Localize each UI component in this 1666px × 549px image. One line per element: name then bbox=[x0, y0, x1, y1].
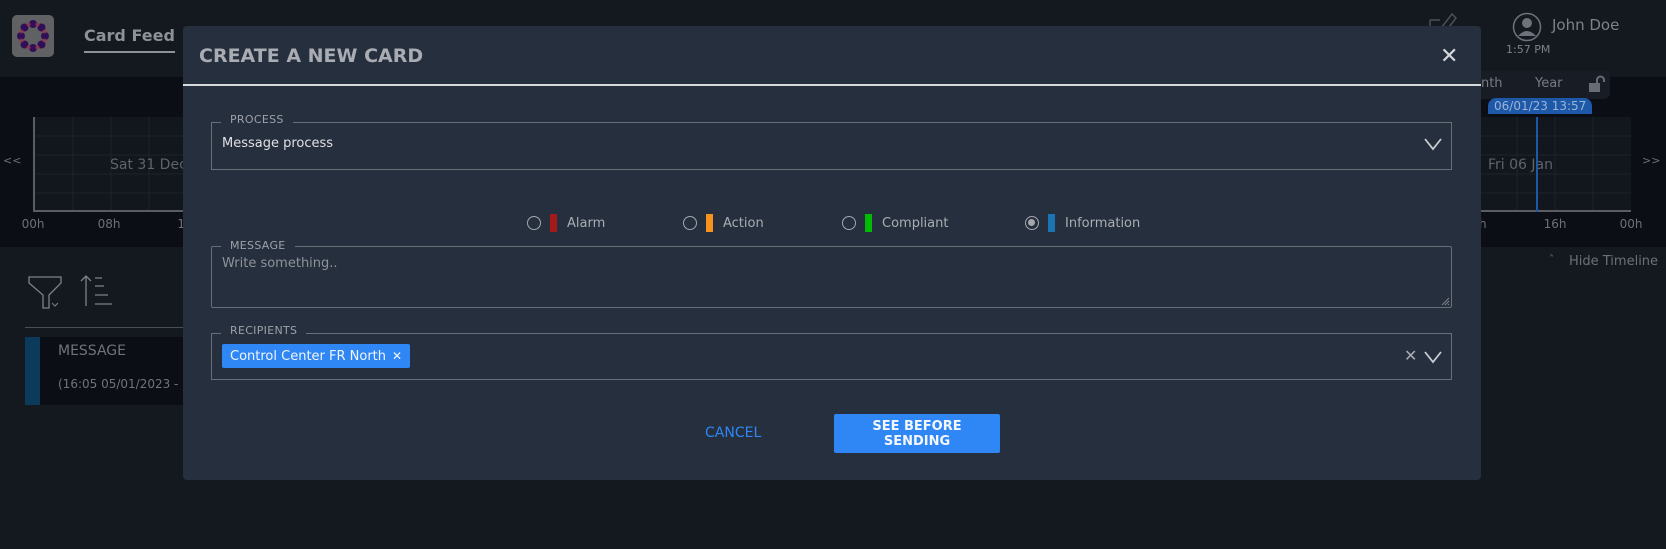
app-logo[interactable] bbox=[12, 15, 54, 57]
unlock-icon[interactable] bbox=[1587, 75, 1605, 93]
process-value[interactable]: Message process bbox=[222, 136, 333, 151]
clear-recipients-icon[interactable]: ✕ bbox=[1404, 346, 1417, 365]
user-name[interactable]: John Doe bbox=[1552, 16, 1619, 34]
severity-color-information bbox=[1048, 214, 1055, 232]
feed-divider bbox=[25, 327, 185, 328]
timeline-day-label: Fri 06 Jan bbox=[1488, 157, 1553, 173]
chevron-up-icon[interactable]: ˄ bbox=[1549, 254, 1554, 265]
severity-alarm[interactable]: Alarm bbox=[527, 213, 605, 233]
severity-color-action bbox=[706, 214, 713, 232]
severity-action[interactable]: Action bbox=[683, 213, 764, 233]
severity-compliant[interactable]: Compliant bbox=[842, 213, 948, 233]
process-select[interactable] bbox=[211, 122, 1452, 170]
severity-label: Alarm bbox=[567, 216, 605, 231]
see-before-sending-button[interactable]: SEE BEFORE SENDING bbox=[834, 414, 1000, 453]
severity-color-compliant bbox=[865, 214, 872, 232]
severity-information[interactable]: Information bbox=[1025, 213, 1140, 233]
modal-header-divider bbox=[183, 84, 1481, 86]
card-title: MESSAGE bbox=[58, 343, 126, 359]
recipients-label: RECIPIENTS bbox=[221, 324, 306, 337]
severity-label: Compliant bbox=[882, 216, 948, 231]
modal-title: CREATE A NEW CARD bbox=[199, 45, 423, 67]
hide-timeline-button[interactable]: Hide Timeline bbox=[1569, 254, 1658, 269]
clock: 1:57 PM bbox=[1506, 43, 1550, 56]
cancel-button[interactable]: CANCEL bbox=[705, 425, 761, 441]
filter-icon[interactable] bbox=[28, 275, 64, 311]
process-label: PROCESS bbox=[221, 113, 293, 126]
timeline-tick: 00h bbox=[1620, 217, 1643, 231]
resize-handle-icon[interactable] bbox=[1440, 296, 1450, 306]
close-icon[interactable]: ✕ bbox=[1440, 44, 1458, 69]
user-avatar-icon[interactable] bbox=[1512, 12, 1542, 42]
radio-compliant[interactable] bbox=[842, 216, 856, 230]
timeline-now-line bbox=[1536, 117, 1538, 212]
message-label: MESSAGE bbox=[221, 239, 295, 252]
timeline-now-badge: 06/01/23 13:57 bbox=[1488, 98, 1592, 114]
timeline-tick: 16h bbox=[1544, 217, 1567, 231]
chevron-down-icon[interactable] bbox=[1424, 137, 1442, 151]
card-severity-bar bbox=[25, 337, 40, 405]
severity-label: Action bbox=[723, 216, 764, 231]
timeline-mode-year[interactable]: Year bbox=[1535, 76, 1563, 91]
card-date: (16:05 05/01/2023 - ) bbox=[58, 377, 187, 391]
recipient-chip: Control Center FR North ✕ bbox=[222, 344, 410, 368]
nav-card-feed[interactable]: Card Feed bbox=[84, 26, 175, 53]
remove-recipient-icon[interactable]: ✕ bbox=[392, 349, 402, 363]
severity-label: Information bbox=[1065, 216, 1140, 231]
message-input[interactable] bbox=[218, 256, 1451, 300]
timeline-tick: 08h bbox=[98, 217, 121, 231]
timeline-day-label: Sat 31 Dec bbox=[110, 157, 187, 173]
logo-icon bbox=[12, 15, 54, 57]
severity-color-alarm bbox=[550, 214, 557, 232]
recipient-chip-label: Control Center FR North bbox=[230, 349, 386, 364]
timeline-prev-button[interactable]: << bbox=[3, 154, 21, 167]
radio-alarm[interactable] bbox=[527, 216, 541, 230]
sort-icon[interactable] bbox=[80, 273, 116, 309]
chevron-down-icon[interactable] bbox=[1424, 350, 1442, 364]
timeline-next-button[interactable]: >> bbox=[1642, 154, 1660, 167]
timeline-tick: 00h bbox=[22, 217, 45, 231]
radio-action[interactable] bbox=[683, 216, 697, 230]
radio-information[interactable] bbox=[1025, 216, 1039, 230]
